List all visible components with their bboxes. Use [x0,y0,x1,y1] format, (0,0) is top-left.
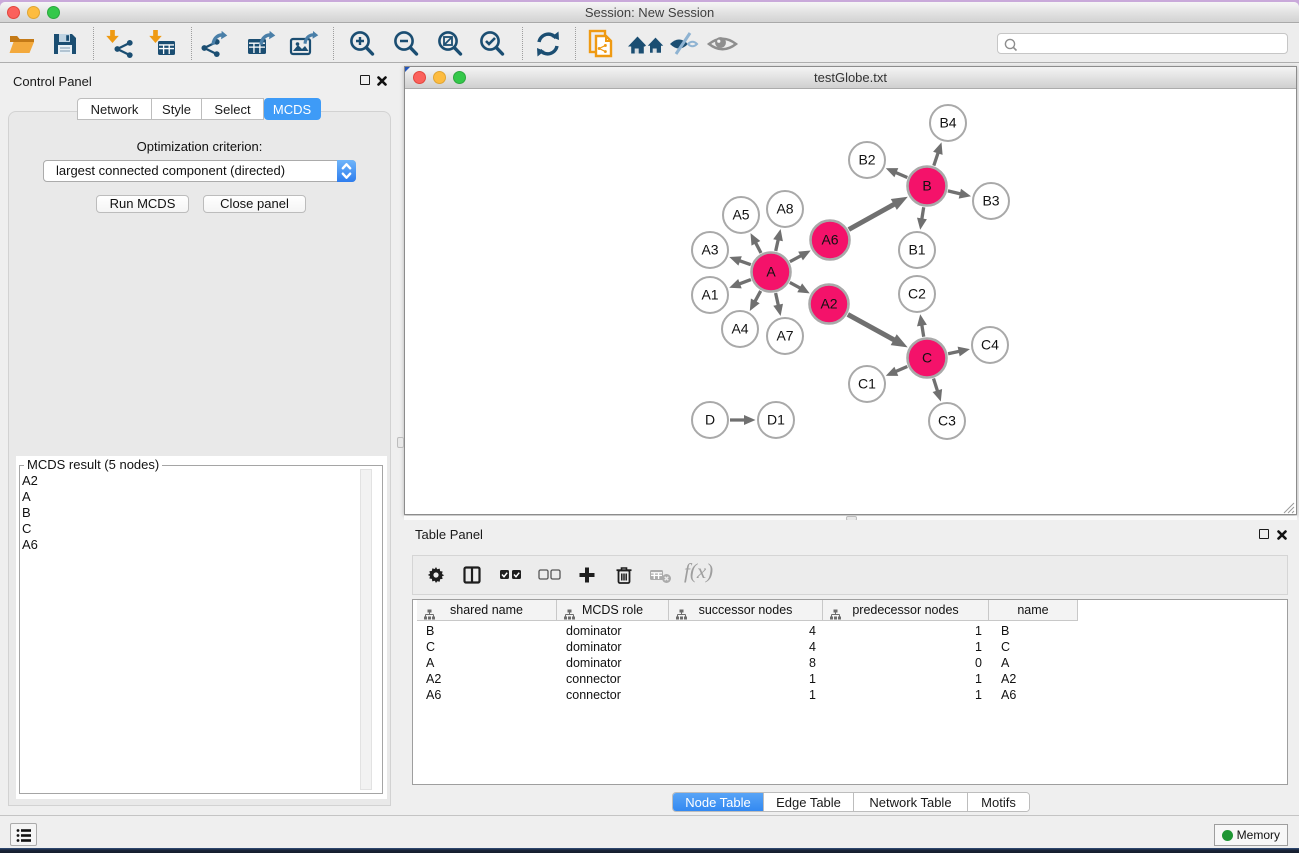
svg-text:C2: C2 [908,286,926,302]
svg-text:C1: C1 [858,376,876,392]
svg-text:A2: A2 [820,296,837,312]
svg-text:B: B [922,178,931,194]
svg-text:B2: B2 [858,152,875,168]
svg-text:A: A [766,264,776,280]
svg-text:D1: D1 [767,412,785,428]
svg-text:A6: A6 [821,232,838,248]
svg-text:C3: C3 [938,413,956,429]
svg-text:C: C [922,350,932,366]
svg-text:A1: A1 [701,287,718,303]
svg-text:B3: B3 [982,193,999,209]
svg-text:A5: A5 [732,207,749,223]
svg-text:C4: C4 [981,337,999,353]
svg-text:B4: B4 [939,115,956,131]
svg-text:A7: A7 [776,328,793,344]
svg-text:A3: A3 [701,242,718,258]
svg-text:B1: B1 [908,242,925,258]
svg-text:A4: A4 [731,321,748,337]
svg-text:A8: A8 [776,201,793,217]
svg-text:D: D [705,412,715,428]
